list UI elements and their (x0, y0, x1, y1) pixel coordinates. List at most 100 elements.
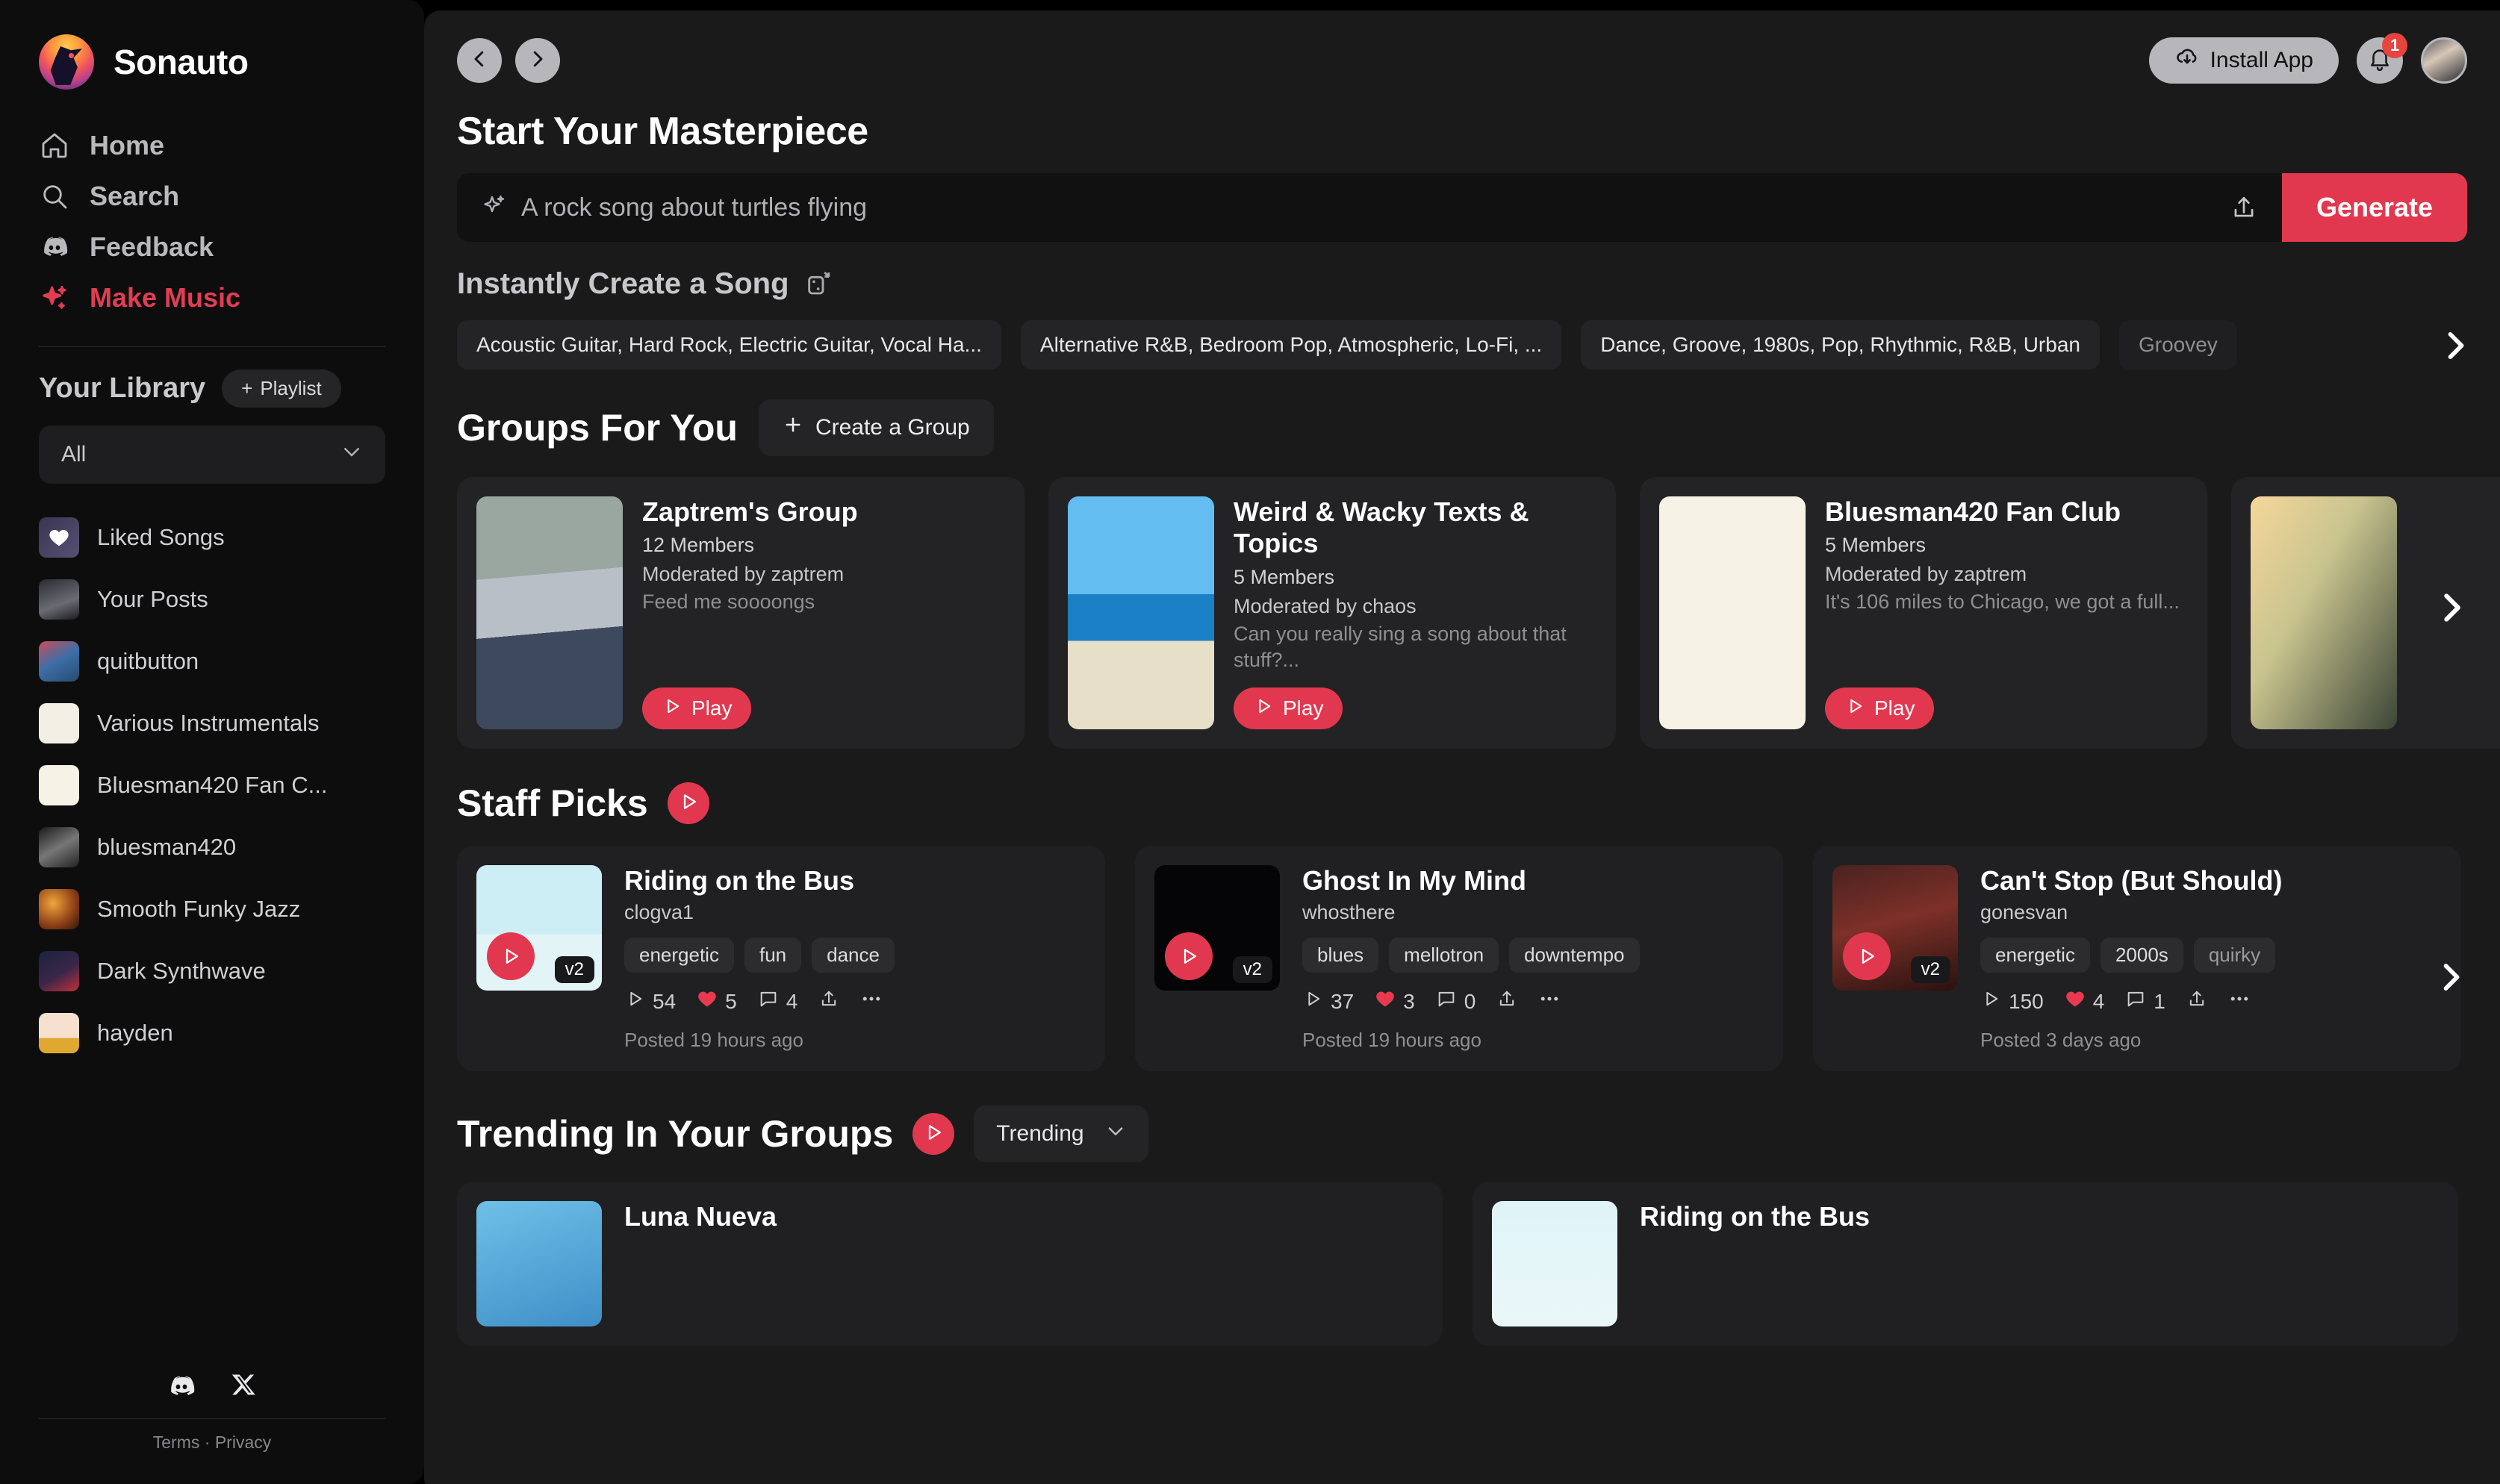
sidebar: Sonauto Home Search Feedback (0, 0, 424, 1484)
play-all-button[interactable] (668, 782, 709, 824)
tag[interactable]: energetic (624, 938, 734, 973)
group-card[interactable]: Zaptrem's Group 12 Members Moderated by … (457, 477, 1024, 749)
list-item[interactable]: Liked Songs (39, 508, 385, 567)
library-list: Liked Songs Your Posts quitbutton Variou… (39, 508, 385, 1063)
song-card[interactable]: v2 Ghost In My Mind whosthere blues mell… (1135, 846, 1783, 1071)
list-item[interactable]: Bluesman420 Fan C... (39, 755, 385, 815)
list-item[interactable]: Your Posts (39, 570, 385, 629)
genre-chip[interactable]: Alternative R&B, Bedroom Pop, Atmospheri… (1021, 320, 1561, 370)
x-icon[interactable] (231, 1371, 258, 1405)
sidebar-item-feedback[interactable]: Feedback (39, 224, 385, 270)
ellipsis-icon (2228, 988, 2251, 1015)
sidebar-item-search[interactable]: Search (39, 173, 385, 219)
tag[interactable]: dance (812, 938, 895, 973)
phoenix-logo-icon (39, 34, 94, 90)
more-options-button[interactable] (860, 988, 883, 1015)
play-count[interactable]: 150 (1980, 988, 2044, 1014)
tag[interactable]: downtempo (1509, 938, 1639, 973)
forward-button[interactable] (515, 38, 560, 83)
trending-card[interactable]: Riding on the Bus (1473, 1182, 2458, 1346)
song-info: Riding on the Bus clogva1 energetic fun … (624, 865, 1086, 1052)
play-count[interactable]: 54 (624, 988, 676, 1014)
comment-count[interactable]: 0 (1436, 988, 1476, 1014)
group-members: 5 Members (1825, 534, 2180, 557)
song-card[interactable]: v2 Can't Stop (But Should) gonesvan ener… (1813, 846, 2461, 1071)
sidebar-item-make-music[interactable]: Make Music (39, 275, 385, 321)
genre-chip[interactable]: Dance, Groove, 1980s, Pop, Rhythmic, R&B… (1581, 320, 2100, 370)
group-description: Can you really sing a song about that st… (1234, 621, 1596, 673)
comment-count[interactable]: 4 (758, 988, 798, 1014)
upload-icon[interactable] (2230, 193, 2258, 222)
chips-next-button[interactable] (2436, 326, 2475, 369)
privacy-link[interactable]: Privacy (215, 1432, 271, 1452)
generate-button[interactable]: Generate (2282, 173, 2467, 242)
tag[interactable]: energetic (1980, 938, 2090, 973)
add-playlist-button[interactable]: + Playlist (222, 370, 341, 408)
comment-count[interactable]: 1 (2125, 988, 2165, 1014)
list-item[interactable]: quitbutton (39, 632, 385, 691)
play-count-value: 150 (2009, 990, 2044, 1014)
more-options-button[interactable] (2228, 988, 2251, 1015)
more-options-button[interactable] (1538, 988, 1561, 1015)
song-card[interactable]: v2 Riding on the Bus clogva1 energetic f… (457, 846, 1105, 1071)
create-group-button[interactable]: Create a Group (759, 399, 994, 456)
group-card[interactable]: Weird & Wacky Texts & Topics 5 Members M… (1048, 477, 1616, 749)
share-button[interactable] (818, 988, 839, 1014)
song-artist: whosthere (1302, 901, 1764, 924)
play-button[interactable] (1165, 932, 1213, 980)
group-moderator: Moderated by chaos (1234, 595, 1596, 618)
play-all-button[interactable] (912, 1113, 954, 1155)
tag[interactable]: mellotron (1389, 938, 1499, 973)
tag[interactable]: 2000s (2101, 938, 2183, 973)
play-icon (1302, 988, 1323, 1014)
tag[interactable]: quirky (2194, 938, 2275, 973)
share-button[interactable] (1496, 988, 1517, 1014)
play-button[interactable]: Play (642, 688, 751, 729)
play-button[interactable] (1843, 932, 1891, 980)
tag[interactable]: fun (744, 938, 801, 973)
avatar[interactable] (2421, 37, 2467, 84)
dice-icon[interactable] (804, 267, 834, 301)
trending-card[interactable]: Luna Nueva (457, 1182, 1443, 1346)
play-label: Play (691, 696, 732, 720)
like-count[interactable]: 3 (1375, 988, 1415, 1014)
list-item[interactable]: Dark Synthwave (39, 941, 385, 1001)
trending-sort-select[interactable]: Trending (974, 1106, 1148, 1162)
list-item[interactable]: Various Instrumentals (39, 693, 385, 753)
brand[interactable]: Sonauto (39, 34, 385, 90)
groups-next-button[interactable] (2431, 587, 2472, 632)
staff-picks-next-button[interactable] (2431, 958, 2470, 1000)
song-title: Can't Stop (But Should) (1980, 865, 2442, 897)
song-artwork (476, 1201, 602, 1326)
genre-chip[interactable]: Acoustic Guitar, Hard Rock, Electric Gui… (457, 320, 1001, 370)
play-button[interactable]: Play (1825, 688, 1934, 729)
list-item-label: Liked Songs (97, 524, 225, 551)
like-count[interactable]: 4 (2065, 988, 2105, 1014)
genre-chip[interactable]: Groovey (2119, 320, 2237, 370)
group-card[interactable]: Bluesman420 Fan Club 5 Members Moderated… (1640, 477, 2207, 749)
back-button[interactable] (457, 38, 502, 83)
list-item[interactable]: hayden (39, 1003, 385, 1063)
list-item[interactable]: bluesman420 (39, 817, 385, 877)
library-filter-select[interactable]: All (39, 425, 385, 484)
play-button[interactable]: Play (1234, 688, 1343, 729)
discord-icon[interactable] (167, 1371, 196, 1405)
group-info: Weird & Wacky Texts & Topics 5 Members M… (1234, 496, 1596, 729)
play-count[interactable]: 37 (1302, 988, 1354, 1014)
chevron-right-icon (2436, 326, 2475, 369)
tag[interactable]: blues (1302, 938, 1378, 973)
like-count[interactable]: 5 (697, 988, 737, 1014)
play-button[interactable] (487, 932, 535, 980)
terms-link[interactable]: Terms (153, 1432, 200, 1452)
share-button[interactable] (2186, 988, 2207, 1014)
sidebar-item-home[interactable]: Home (39, 122, 385, 169)
list-item[interactable]: Smooth Funky Jazz (39, 879, 385, 939)
trending-header: Trending In Your Groups Trending (457, 1106, 2467, 1162)
install-app-button[interactable]: Install App (2149, 37, 2339, 84)
prompt-input[interactable]: A rock song about turtles flying (457, 173, 2282, 242)
thumbnail (39, 827, 79, 867)
share-icon (2186, 988, 2207, 1014)
notifications-button[interactable]: 1 (2357, 37, 2403, 84)
song-info: Can't Stop (But Should) gonesvan energet… (1980, 865, 2442, 1052)
thumbnail (39, 641, 79, 682)
